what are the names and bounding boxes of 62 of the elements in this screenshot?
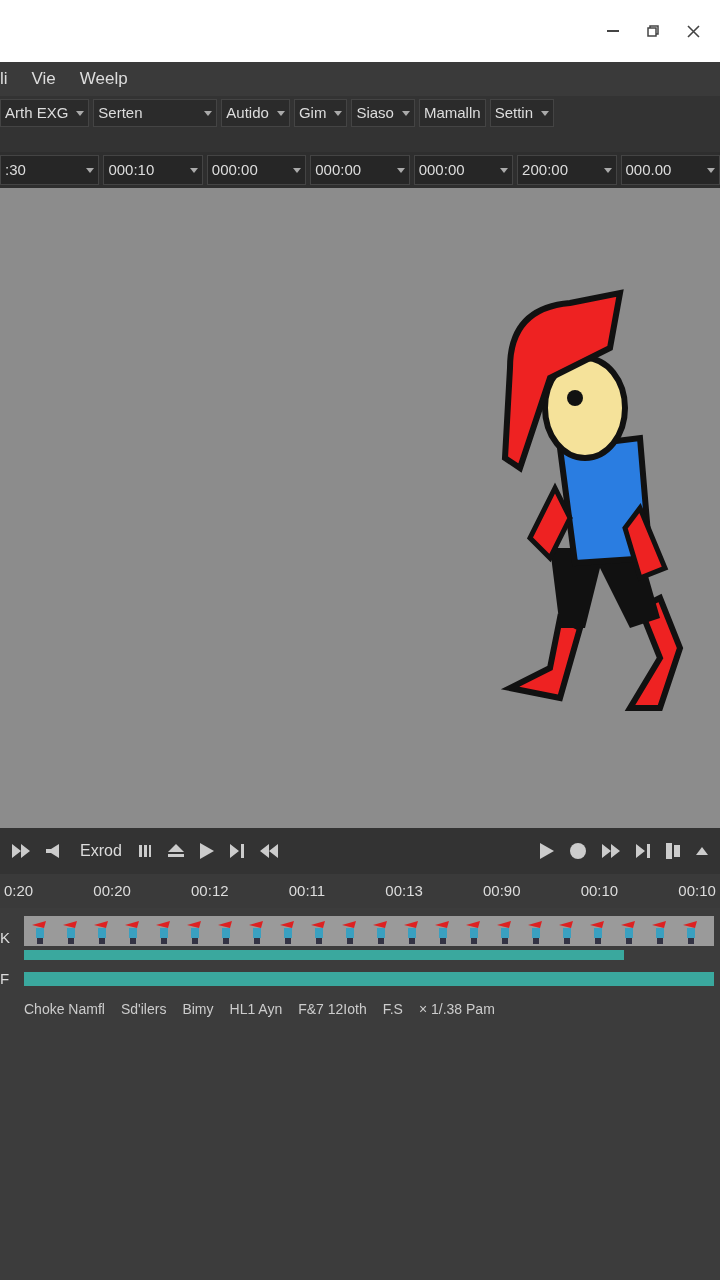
time-field[interactable]: 000.00 — [620, 155, 720, 185]
ruler-label: 00:20 — [93, 880, 131, 901]
toolbar-dropdown[interactable]: Mamalln — [418, 99, 486, 127]
record-icon[interactable] — [570, 843, 586, 859]
caret-icon — [276, 110, 285, 116]
caret-icon — [396, 167, 405, 173]
ruler-label: 00:12 — [191, 880, 229, 901]
play-icon[interactable] — [540, 843, 554, 859]
track-header: K — [0, 927, 11, 948]
menu-item[interactable]: li — [0, 66, 8, 92]
status-text: Choke Namfl — [24, 999, 105, 1019]
caret-icon — [706, 167, 715, 173]
status-text: HL1 Ayn — [229, 999, 283, 1019]
caret-icon — [603, 167, 612, 173]
ruler-label: 00:10 — [678, 880, 716, 901]
up-arrow-icon[interactable] — [696, 847, 708, 855]
caret-icon — [401, 110, 410, 116]
caret-icon — [293, 167, 302, 173]
skip-end-icon[interactable] — [229, 844, 244, 858]
status-text: Sd'ilers — [120, 999, 167, 1019]
clip-icon[interactable] — [666, 843, 680, 859]
status-text: F.S — [382, 999, 403, 1019]
time-field[interactable]: 200:00 — [517, 155, 617, 185]
track-header: F — [0, 969, 11, 989]
toolbar-dropdown[interactable]: Settin — [489, 99, 554, 127]
play-icon[interactable] — [199, 843, 214, 859]
fast-forward-icon[interactable] — [12, 844, 30, 858]
caret-icon — [541, 110, 549, 116]
status-text: Bimy — [182, 999, 214, 1019]
caret-icon — [86, 167, 95, 173]
toolbar-dropdown[interactable]: Siaso — [351, 99, 415, 127]
time-field[interactable]: 000:00 — [310, 155, 410, 185]
ruler-label: 00:11 — [288, 880, 326, 901]
maximize-icon[interactable] — [647, 25, 659, 37]
fast-forward-icon[interactable] — [602, 844, 620, 858]
caret-icon — [76, 110, 85, 116]
caret-icon — [204, 110, 213, 116]
ruler-label: 00:10 — [580, 880, 619, 901]
status-text: × 1/.38 Pam — [418, 999, 495, 1019]
toolbar-dropdown[interactable]: Gim — [293, 99, 348, 127]
menu-item[interactable]: Weelp — [79, 66, 128, 92]
status-text: F&7 12Ioth — [298, 999, 367, 1019]
caret-icon — [500, 167, 509, 173]
transport-label: Exrod — [80, 841, 122, 861]
bars-icon[interactable] — [137, 844, 152, 858]
skip-end-icon[interactable] — [636, 844, 650, 858]
menu-item[interactable]: Vie — [31, 66, 56, 92]
eject-icon[interactable] — [167, 844, 184, 858]
close-icon[interactable] — [687, 24, 700, 38]
time-field[interactable]: 000:00 — [413, 155, 514, 185]
rewind-icon[interactable] — [259, 844, 278, 858]
toolbar-dropdown[interactable]: Autido — [221, 99, 290, 127]
ruler-label: 00:90 — [483, 880, 521, 901]
ruler-label: 0:20 — [4, 880, 34, 901]
caret-icon — [334, 110, 343, 116]
ruler-label: 00:13 — [385, 880, 423, 901]
time-field[interactable]: :30 — [0, 155, 100, 185]
toolbar-dropdown[interactable]: Serten — [93, 99, 218, 127]
time-field[interactable]: 000:00 — [206, 155, 307, 185]
time-field[interactable]: 000:10 — [103, 155, 203, 185]
caret-icon — [189, 167, 198, 173]
toolbar-dropdown[interactable]: Arth EXG — [0, 99, 90, 127]
